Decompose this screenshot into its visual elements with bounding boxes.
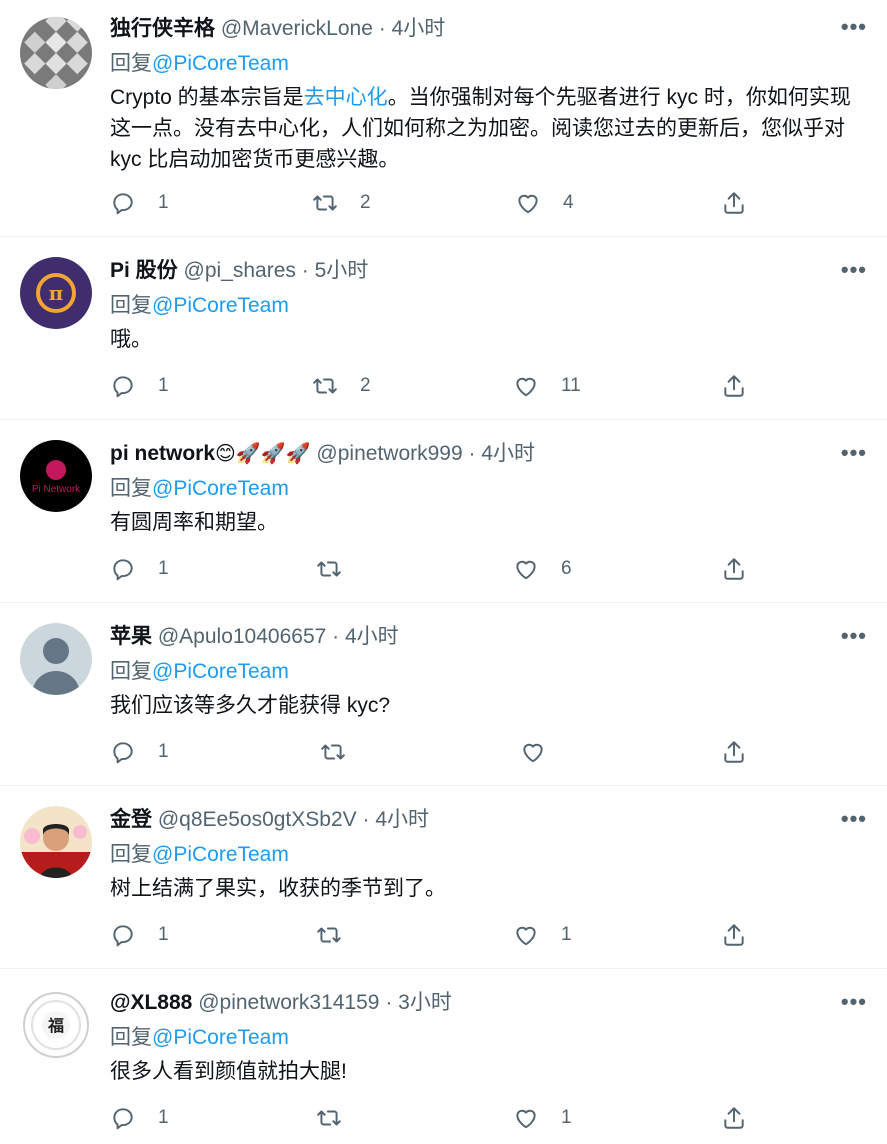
share-button[interactable] [721,1103,747,1133]
retweet-icon [321,744,345,760]
share-button[interactable] [721,554,747,584]
share-icon [724,741,744,763]
share-icon [724,924,744,946]
reply-count: 1 [158,558,169,579]
share-icon [724,192,744,214]
retweet-button[interactable]: 2 [312,371,371,401]
share-icon [724,375,744,397]
like-icon [523,743,543,763]
reply-button[interactable]: 1 [110,1103,169,1133]
reply-count: 1 [158,1107,169,1128]
like-button[interactable]: 1 [513,1103,572,1133]
retweet-icon [317,927,341,943]
retweet-button[interactable] [316,1103,342,1133]
retweet-button[interactable] [316,920,342,950]
like-icon [516,926,536,946]
action-bar: 1 2 11 [0,237,887,419]
share-button[interactable] [721,371,747,401]
like-button[interactable]: 11 [513,371,581,401]
action-bar: 1 1 [0,969,887,1144]
reply-button[interactable]: 1 [110,737,169,767]
tweet[interactable]: Pi Network pi network😊🚀🚀🚀 @pinetwork999 … [0,420,887,603]
like-count: 1 [561,1107,572,1128]
reply-icon [113,1108,133,1130]
retweet-icon [313,195,337,211]
retweet-icon [317,561,341,577]
share-icon [724,558,744,580]
reply-icon [113,742,133,764]
action-bar: 1 2 4 [0,0,887,236]
retweet-icon [317,1110,341,1126]
like-count: 11 [561,375,581,396]
like-button[interactable]: 4 [515,188,574,218]
reply-button[interactable]: 1 [110,188,169,218]
reply-button[interactable]: 1 [110,920,169,950]
reply-count: 1 [158,192,169,213]
share-button[interactable] [721,188,747,218]
retweet-count: 2 [360,192,371,213]
like-button[interactable]: 1 [513,920,572,950]
retweet-button[interactable] [316,554,342,584]
tweet[interactable]: π Pi 股份 @pi_shares · 5小时 ••• 回复@PiCoreTe… [0,237,887,420]
like-icon [518,194,538,214]
reply-icon [113,925,133,947]
like-button[interactable] [520,737,546,767]
action-bar: 1 6 [0,420,887,602]
reply-count: 1 [158,375,169,396]
like-icon [516,377,536,397]
reply-icon [113,376,133,398]
tweet[interactable]: 福 @XL888 @pinetwork314159 · 3小时 ••• 回复@P… [0,969,887,1144]
reply-feed: 独行侠辛格 @MaverickLone · 4小时 ••• 回复@PiCoreT… [0,0,887,1144]
share-icon [724,1107,744,1129]
like-count: 6 [561,558,572,579]
like-icon [516,1109,536,1129]
retweet-count: 2 [360,375,371,396]
like-count: 4 [563,192,574,213]
like-button[interactable]: 6 [513,554,572,584]
tweet[interactable]: 独行侠辛格 @MaverickLone · 4小时 ••• 回复@PiCoreT… [0,0,887,237]
reply-count: 1 [158,924,169,945]
share-button[interactable] [721,737,747,767]
action-bar: 1 [0,603,887,785]
reply-count: 1 [158,741,169,762]
reply-icon [113,193,133,215]
like-count: 1 [561,924,572,945]
reply-button[interactable]: 1 [110,371,169,401]
tweet[interactable]: 苹果 @Apulo10406657 · 4小时 ••• 回复@PiCoreTea… [0,603,887,786]
like-icon [516,560,536,580]
retweet-icon [313,378,337,394]
retweet-button[interactable] [320,737,346,767]
tweet[interactable]: 金登 @q8Ee5os0gtXSb2V · 4小时 ••• 回复@PiCoreT… [0,786,887,969]
action-bar: 1 1 [0,786,887,968]
reply-icon [113,559,133,581]
retweet-button[interactable]: 2 [312,188,371,218]
share-button[interactable] [721,920,747,950]
reply-button[interactable]: 1 [110,554,169,584]
